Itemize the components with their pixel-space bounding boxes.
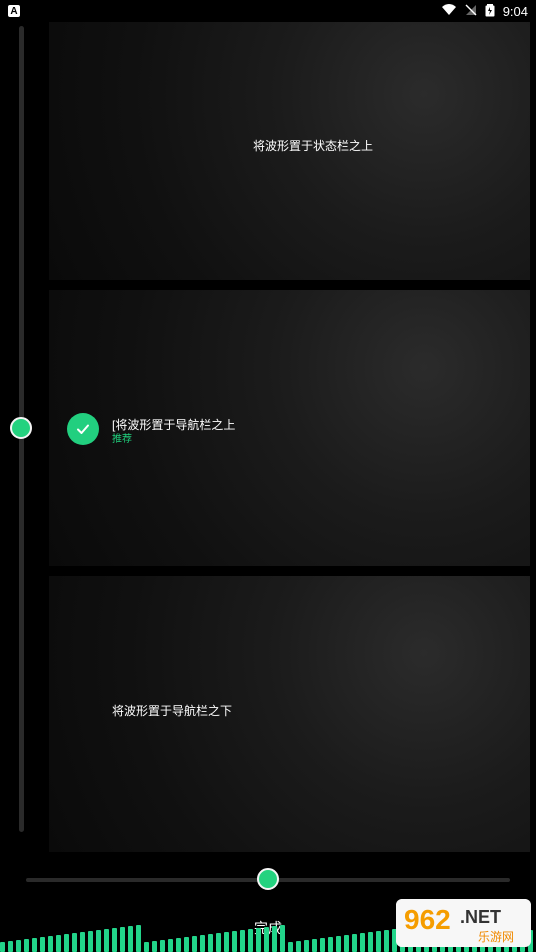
- status-bar: A 9:04: [0, 0, 536, 22]
- waveform-bar: [200, 935, 205, 952]
- svg-text:.NET: .NET: [460, 907, 501, 927]
- position-card-navigation-above[interactable]: [将波形置于导航栏之上 推荐: [49, 290, 530, 566]
- waveform-bar: [152, 941, 157, 952]
- status-bar-right: 9:04: [441, 3, 528, 20]
- position-card-status-bar[interactable]: 将波形置于状态栏之上: [49, 22, 530, 280]
- waveform-bar: [232, 931, 237, 952]
- watermark-logo: 962 .NET 乐游网: [396, 899, 531, 947]
- status-bar-left: A: [8, 5, 20, 17]
- svg-text:962: 962: [404, 904, 451, 935]
- waveform-bar: [368, 932, 373, 952]
- waveform-bar: [56, 935, 61, 952]
- horizontal-slider-thumb[interactable]: [257, 868, 279, 890]
- waveform-bar: [64, 934, 69, 952]
- waveform-bar: [352, 934, 357, 952]
- waveform-bar: [168, 939, 173, 952]
- waveform-bar: [32, 938, 37, 952]
- waveform-bar: [40, 937, 45, 952]
- battery-icon: [485, 3, 495, 20]
- waveform-bar: [144, 942, 149, 952]
- waveform-bar: [136, 925, 141, 952]
- waveform-bar: [0, 942, 5, 952]
- waveform-bar: [328, 937, 333, 952]
- waveform-bar: [96, 930, 101, 952]
- waveform-bar: [216, 933, 221, 952]
- signal-off-icon: [465, 4, 477, 19]
- waveform-bar: [16, 940, 21, 952]
- app-badge-icon: A: [8, 5, 20, 17]
- recommended-badge: 推荐: [112, 434, 132, 445]
- waveform-bar: [160, 940, 165, 952]
- waveform-bar: [320, 938, 325, 952]
- waveform-bar: [360, 933, 365, 952]
- waveform-bar: [384, 930, 389, 952]
- waveform-bar: [112, 928, 117, 952]
- waveform-bar: [176, 938, 181, 952]
- waveform-bar: [72, 933, 77, 952]
- waveform-bar: [24, 939, 29, 952]
- waveform-bar: [48, 936, 53, 952]
- waveform-bar: [296, 941, 301, 952]
- waveform-bar: [344, 935, 349, 952]
- waveform-bar: [88, 931, 93, 952]
- waveform-bar: [80, 932, 85, 952]
- waveform-bar: [192, 936, 197, 952]
- check-icon: [67, 413, 99, 445]
- waveform-bar: [184, 937, 189, 952]
- card-title-navigation-below: 将波形置于导航栏之下: [112, 704, 233, 718]
- status-time: 9:04: [502, 3, 528, 19]
- waveform-bar: [376, 931, 381, 952]
- waveform-bar: [120, 927, 125, 952]
- waveform-bar: [304, 940, 309, 952]
- waveform-bar: [128, 926, 133, 952]
- wifi-icon: [441, 3, 457, 19]
- waveform-bar: [8, 941, 13, 952]
- waveform-bar: [208, 934, 213, 952]
- waveform-bar: [336, 936, 341, 952]
- svg-text:乐游网: 乐游网: [478, 930, 514, 944]
- waveform-bar: [288, 942, 293, 952]
- waveform-bar: [312, 939, 317, 952]
- position-card-navigation-below[interactable]: 将波形置于导航栏之下: [49, 576, 530, 852]
- done-button[interactable]: 完成: [238, 917, 298, 937]
- card-title-status-bar: 将波形置于状态栏之上: [253, 139, 374, 153]
- waveform-bar: [104, 929, 109, 952]
- waveform-bar: [224, 932, 229, 952]
- vertical-slider-thumb[interactable]: [10, 417, 32, 439]
